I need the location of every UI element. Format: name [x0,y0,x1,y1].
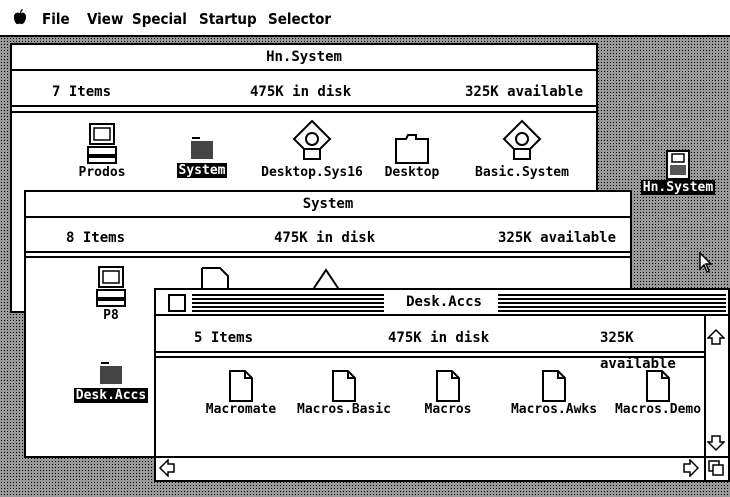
window-desk-accs[interactable]: Desk.Accs 5 Items 475K in disk 325K avai… [154,288,730,482]
disk-used: 475K in disk [388,330,490,346]
file-icon-desktop-sys16[interactable]: Desktop.Sys16 [257,119,367,180]
file-icon-macromate[interactable]: Macromate [196,370,286,417]
computer-icon [87,123,117,164]
folder-icon [395,134,429,164]
scroll-right-icon[interactable] [682,459,702,479]
disk-available: 325K available [498,230,617,246]
window-desk-accs-titlebar[interactable]: Desk.Accs [156,290,728,316]
file-label: Prodos [78,165,126,180]
window-title: Desk.Accs [396,290,492,314]
file-label: Macromate [205,402,277,417]
file-label: Macros.Awks [510,402,598,417]
close-box[interactable] [168,294,186,312]
window-system-titlebar[interactable]: System [26,192,630,218]
file-label: Desk.Accs [73,388,149,403]
file-icon-basic-system[interactable]: Basic.System [467,119,577,180]
menu-startup[interactable]: Startup [199,10,257,28]
disk-used: 475K in disk [250,84,352,100]
computer-icon [96,266,126,307]
scroll-left-icon[interactable] [158,459,178,479]
file-label: Macros [424,402,472,417]
folder-system-icon [100,362,122,384]
file-label: Desktop [384,165,440,180]
apple-icon[interactable] [14,9,26,25]
document-icon [542,370,566,402]
items-count: 7 Items [52,84,112,100]
title-stripes-left [192,294,384,312]
file-label: System [176,163,228,178]
vertical-scrollbar[interactable] [704,316,728,456]
disk-used: 475K in disk [274,230,376,246]
file-icon-desk-accs[interactable]: Desk.Accs [66,360,156,403]
file-icon-desktop[interactable]: Desktop [377,133,447,180]
info-bar: 8 Items 475K in disk 325K available [26,225,630,253]
menu-bar: File View Special Startup Selector [0,0,730,37]
file-label: Macros.Demo [614,402,702,417]
menu-selector[interactable]: Selector [268,10,331,28]
file-label: P8 [103,308,119,323]
file-icon-macros-awks[interactable]: Macros.Awks [504,370,604,417]
document-icon [646,370,670,402]
info-bar: 5 Items 475K in disk 325K available [156,325,704,372]
window-title: Hn.System [266,49,342,65]
items-count: 5 Items [194,330,254,346]
disk-icon [666,150,690,180]
window-hn-system-titlebar[interactable]: Hn.System [12,45,596,71]
menu-special[interactable]: Special [132,10,187,28]
menu-file[interactable]: File [42,10,70,28]
document-icon [229,370,253,402]
file-icon-macros-demo[interactable]: Macros.Demo [608,370,708,417]
file-icon-prodos[interactable]: Prodos [67,123,137,180]
file-label: Basic.System [475,165,569,180]
grow-box[interactable] [704,456,728,480]
application-icon [502,119,542,160]
folder-system-icon [191,137,213,159]
items-count: 8 Items [66,230,126,246]
application-icon [292,119,332,160]
file-icon-macros[interactable]: Macros [408,370,488,417]
file-icon-macros-basic[interactable]: Macros.Basic [292,370,396,417]
file-label: Macros.Basic [297,402,391,417]
mouse-pointer-icon [699,252,713,274]
document-icon [436,370,460,402]
file-icon-system[interactable]: System [167,135,237,178]
scroll-up-icon[interactable] [707,328,727,348]
disk-available: 325K available [465,84,584,100]
file-icon-p8[interactable]: P8 [81,266,141,323]
desktop-volume-label: Hn.System [640,180,716,195]
scroll-down-icon[interactable] [707,434,727,454]
menu-view[interactable]: View [87,10,123,28]
horizontal-scrollbar[interactable] [156,456,704,480]
file-label: Desktop.Sys16 [261,165,363,180]
document-icon [332,370,356,402]
info-bar: 7 Items 475K in disk 325K available [12,79,596,107]
window-title: System [302,196,354,212]
desktop-volume-icon[interactable]: Hn.System [632,150,724,195]
title-stripes-right [498,294,726,312]
